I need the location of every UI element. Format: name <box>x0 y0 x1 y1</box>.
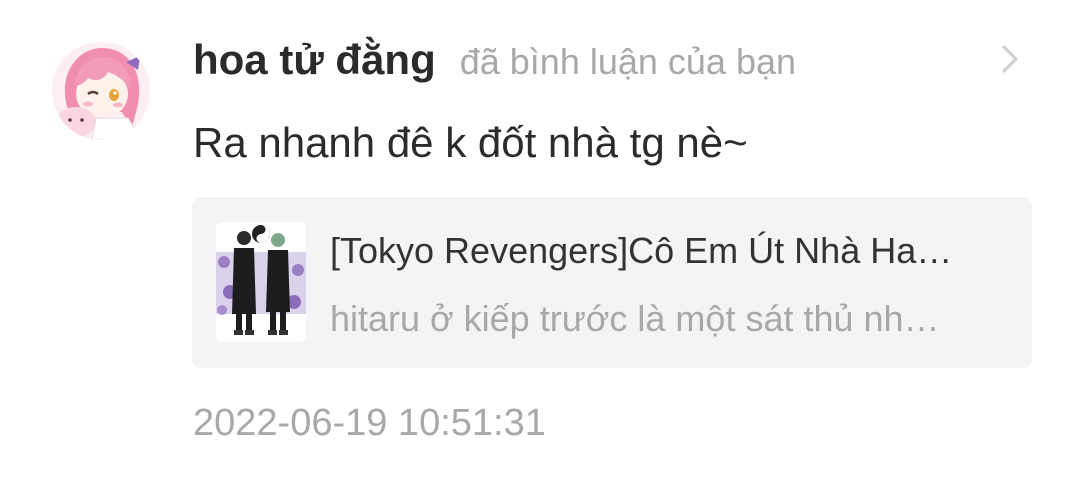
username[interactable]: hoa tử đằng <box>193 34 436 86</box>
story-title: [Tokyo Revengers]Cô Em Út Nhà Ha… <box>330 230 953 271</box>
timestamp: 2022-06-19 10:51:31 <box>193 402 546 444</box>
avatar-anime-girl-icon <box>52 42 150 140</box>
user-avatar[interactable] <box>52 42 150 140</box>
notification-header: hoa tử đằng đã bình luận của bạn <box>193 34 796 86</box>
story-description: hitaru ở kiếp trước là một sát thủ nh… <box>330 298 940 339</box>
book-cover-icon <box>216 222 306 342</box>
chevron-right-icon[interactable] <box>996 44 1024 74</box>
comment-text: Ra nhanh đê k đốt nhà tg nè~ <box>193 119 748 166</box>
story-cover-image <box>216 222 306 342</box>
comment-notification[interactable]: hoa tử đằng đã bình luận của bạn Ra nhan… <box>0 0 1080 486</box>
action-text: đã bình luận của bạn <box>459 41 797 82</box>
story-card[interactable]: [Tokyo Revengers]Cô Em Út Nhà Ha… hitaru… <box>192 197 1032 368</box>
